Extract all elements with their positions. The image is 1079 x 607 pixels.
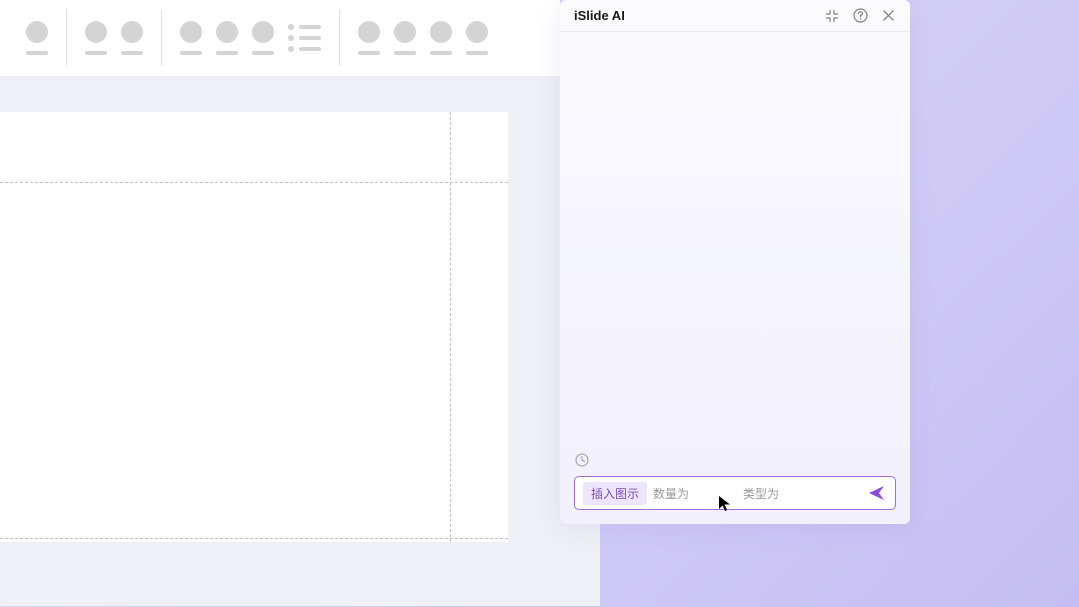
ribbon-item[interactable] xyxy=(358,21,380,55)
help-icon xyxy=(853,8,868,23)
help-button[interactable] xyxy=(852,8,868,24)
list-bullet-icon xyxy=(288,46,294,52)
clock-icon xyxy=(575,453,589,467)
panel-header: iSlide AI xyxy=(560,0,910,32)
list-bullet-icon xyxy=(288,24,294,30)
list-bullet-icon xyxy=(288,35,294,41)
ribbon-icon-placeholder xyxy=(430,21,452,43)
minimize-button[interactable] xyxy=(824,8,840,24)
ribbon-item[interactable] xyxy=(466,21,488,55)
panel-controls xyxy=(824,8,896,24)
quantity-label: 数量为 xyxy=(653,485,689,502)
ribbon-label-placeholder xyxy=(26,51,48,55)
history-button[interactable] xyxy=(574,452,590,468)
minimize-icon xyxy=(825,9,839,23)
send-button[interactable] xyxy=(867,482,887,504)
ribbon-icon-placeholder xyxy=(466,21,488,43)
type-input[interactable] xyxy=(785,483,855,503)
ribbon-item[interactable] xyxy=(394,21,416,55)
ribbon-icon-placeholder xyxy=(26,21,48,43)
history-row xyxy=(574,452,896,468)
ribbon-label-placeholder xyxy=(85,51,107,55)
list-line-placeholder xyxy=(299,47,321,51)
ribbon-icon-placeholder xyxy=(180,21,202,43)
panel-body xyxy=(560,32,910,442)
slide-guide-horizontal xyxy=(0,182,508,183)
slide-canvas[interactable] xyxy=(0,76,600,606)
type-label: 类型为 xyxy=(743,485,779,502)
input-bar[interactable]: 插入图示 数量为 类型为 xyxy=(574,476,896,510)
ribbon-item[interactable] xyxy=(216,21,238,55)
ribbon-list-item[interactable] xyxy=(288,24,321,52)
ribbon-icon-placeholder xyxy=(358,21,380,43)
send-icon xyxy=(868,484,886,502)
panel-footer: 插入图示 数量为 类型为 xyxy=(560,442,910,524)
quantity-input[interactable] xyxy=(695,483,737,503)
ribbon-icon-placeholder xyxy=(216,21,238,43)
slide-guide-horizontal xyxy=(0,538,508,539)
ribbon-toolbar xyxy=(0,0,560,76)
ribbon-group-1 xyxy=(8,10,67,66)
ribbon-group-4 xyxy=(340,10,506,66)
slide[interactable] xyxy=(0,112,508,542)
ribbon-label-placeholder xyxy=(394,51,416,55)
ribbon-icon-placeholder xyxy=(252,21,274,43)
ribbon-icon-placeholder xyxy=(394,21,416,43)
list-line-placeholder xyxy=(299,36,321,40)
ribbon-item[interactable] xyxy=(430,21,452,55)
ribbon-label-placeholder xyxy=(358,51,380,55)
ribbon-item[interactable] xyxy=(180,21,202,55)
ribbon-item[interactable] xyxy=(26,21,48,55)
ribbon-label-placeholder xyxy=(216,51,238,55)
ribbon-icon-placeholder xyxy=(121,21,143,43)
slide-guide-vertical xyxy=(450,112,451,542)
close-button[interactable] xyxy=(880,8,896,24)
panel-title: iSlide AI xyxy=(574,8,625,23)
ribbon-label-placeholder xyxy=(121,51,143,55)
ribbon-label-placeholder xyxy=(252,51,274,55)
ribbon-label-placeholder xyxy=(180,51,202,55)
ribbon-item[interactable] xyxy=(252,21,274,55)
ribbon-label-placeholder xyxy=(430,51,452,55)
ribbon-group-3 xyxy=(162,10,340,66)
ribbon-icon-placeholder xyxy=(85,21,107,43)
close-icon xyxy=(882,9,895,22)
action-chip[interactable]: 插入图示 xyxy=(583,482,647,505)
ribbon-group-2 xyxy=(67,10,162,66)
ribbon-label-placeholder xyxy=(466,51,488,55)
list-line-placeholder xyxy=(299,25,321,29)
ai-panel: iSlide AI xyxy=(560,0,910,524)
ribbon-item[interactable] xyxy=(85,21,107,55)
ribbon-item[interactable] xyxy=(121,21,143,55)
